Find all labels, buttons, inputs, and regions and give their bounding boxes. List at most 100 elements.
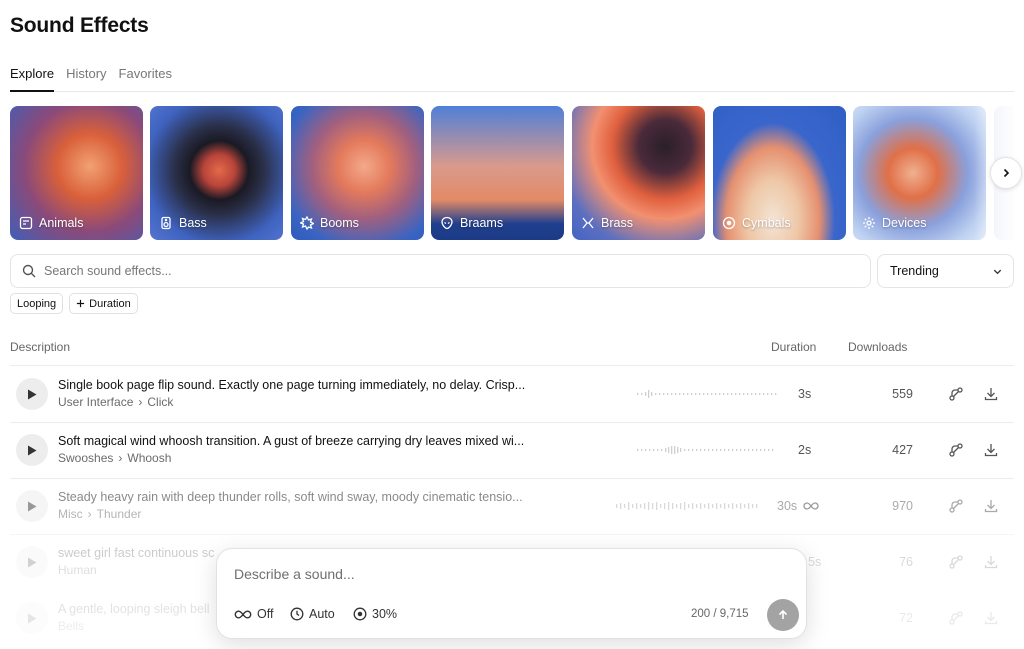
category-name[interactable]: Human [58, 563, 97, 577]
table-header: Description Duration Downloads [10, 340, 1014, 354]
subcategory-name[interactable]: Click [147, 395, 173, 409]
cymbal-icon [722, 216, 736, 230]
gear-icon [863, 217, 875, 229]
loop-icon [234, 609, 252, 619]
character-count: 200 / 9,715 [691, 608, 749, 620]
play-icon [28, 557, 37, 567]
sound-downloads: 76 [899, 555, 913, 569]
sound-category: Misc › Thunder [58, 507, 141, 521]
category-card-bass[interactable]: Bass [150, 106, 283, 240]
category-name[interactable]: Swooshes [58, 451, 113, 465]
category-label: Bass [179, 216, 207, 230]
download-button[interactable] [982, 497, 1000, 515]
chevron-down-icon [993, 269, 1002, 274]
tab-explore[interactable]: Explore [10, 64, 55, 92]
filter-looping-chip[interactable]: Looping [10, 293, 64, 314]
search-icon [22, 264, 36, 278]
loop-value: Off [257, 607, 274, 621]
sound-description: Steady heavy rain with deep thunder roll… [58, 490, 523, 504]
remix-icon [949, 499, 963, 513]
remix-icon [949, 611, 963, 625]
column-duration[interactable]: Duration [771, 340, 816, 354]
download-button[interactable] [982, 609, 1000, 627]
download-button[interactable] [982, 553, 1000, 571]
download-button[interactable] [982, 441, 1000, 459]
category-card-booms[interactable]: Booms [291, 106, 424, 240]
carousel-next-button[interactable] [990, 157, 1022, 189]
arrow-up-icon [778, 609, 788, 619]
search-bar [10, 254, 871, 288]
category-label: Booms [320, 216, 359, 230]
remix-button[interactable] [947, 385, 965, 403]
subcategory-name[interactable]: Whoosh [127, 451, 171, 465]
chevron-right-icon [1003, 168, 1010, 178]
alien-icon [441, 216, 453, 230]
plus-icon [77, 299, 85, 308]
play-icon [28, 501, 37, 511]
remix-button[interactable] [947, 497, 965, 515]
breadcrumb-separator: › [138, 395, 143, 409]
duration-setting[interactable]: Auto [290, 607, 335, 621]
table-row[interactable]: Steady heavy rain with deep thunder roll… [10, 478, 1014, 534]
play-button[interactable] [16, 602, 48, 634]
sound-duration: 2s [798, 443, 812, 457]
category-card-animals[interactable]: Animals [10, 106, 143, 240]
burst-icon [300, 216, 314, 230]
sound-category: User Interface › Click [58, 395, 173, 409]
filter-duration-chip[interactable]: Duration [69, 293, 138, 314]
duration-value: Auto [309, 607, 335, 621]
play-icon [28, 389, 37, 399]
play-button[interactable] [16, 546, 48, 578]
sound-downloads: 970 [892, 499, 913, 513]
loop-icon [803, 502, 819, 510]
loop-toggle[interactable]: Off [234, 607, 273, 621]
category-label: Devices [882, 216, 927, 230]
category-card-devices[interactable]: Devices [853, 106, 986, 240]
sound-description: sweet girl fast continuous sc [58, 546, 215, 560]
download-icon [984, 500, 998, 513]
category-card-brass[interactable]: Brass [572, 106, 705, 240]
generate-button[interactable] [767, 599, 799, 631]
category-name[interactable]: User Interface [58, 395, 133, 409]
play-button[interactable] [16, 490, 48, 522]
column-description: Description [10, 340, 71, 354]
sound-downloads: 72 [899, 611, 913, 625]
play-button[interactable] [16, 378, 48, 410]
sound-category: Bells [58, 619, 84, 633]
sort-dropdown[interactable]: Trending [877, 254, 1014, 288]
category-card-cymbals[interactable]: Cymbals [713, 106, 846, 240]
sound-downloads: 427 [892, 443, 913, 457]
download-icon [984, 612, 998, 625]
tab-favorites[interactable]: Favorites [119, 64, 172, 92]
category-card-braams[interactable]: Braams [431, 106, 564, 240]
sound-downloads: 559 [892, 387, 913, 401]
remix-button[interactable] [947, 441, 965, 459]
sound-description: Single book page flip sound. Exactly one… [58, 378, 526, 392]
table-row[interactable]: Soft magical wind whoosh transition. A g… [10, 422, 1014, 478]
influence-value: 30% [372, 607, 398, 621]
filter-label: Duration [89, 297, 131, 310]
category-name[interactable]: Misc [58, 507, 83, 521]
tab-history[interactable]: History [66, 64, 106, 92]
download-icon [984, 444, 998, 457]
category-name[interactable]: Bells [58, 619, 84, 633]
search-input[interactable] [44, 264, 824, 278]
tab-bar: Explore History Favorites [10, 64, 1014, 92]
table-row[interactable]: Single book page flip sound. Exactly one… [10, 366, 1014, 422]
sound-duration: 5s [808, 555, 822, 569]
category-label: Cymbals [742, 216, 791, 230]
category-label: Animals [39, 216, 84, 230]
remix-button[interactable] [947, 553, 965, 571]
prompt-input[interactable]: Describe a sound... [234, 566, 355, 582]
download-button[interactable] [982, 385, 1000, 403]
remix-button[interactable] [947, 609, 965, 627]
play-button[interactable] [16, 434, 48, 466]
download-icon [984, 388, 998, 401]
speaker-icon [161, 216, 171, 230]
waveform [616, 502, 758, 510]
category-carousel: Animals Bass Booms Braams Brass Cymbals [10, 106, 1014, 240]
sound-description: A gentle, looping sleigh bell [58, 602, 210, 616]
influence-setting[interactable]: 30% [353, 607, 397, 621]
column-downloads[interactable]: Downloads [848, 340, 907, 354]
subcategory-name[interactable]: Thunder [97, 507, 142, 521]
